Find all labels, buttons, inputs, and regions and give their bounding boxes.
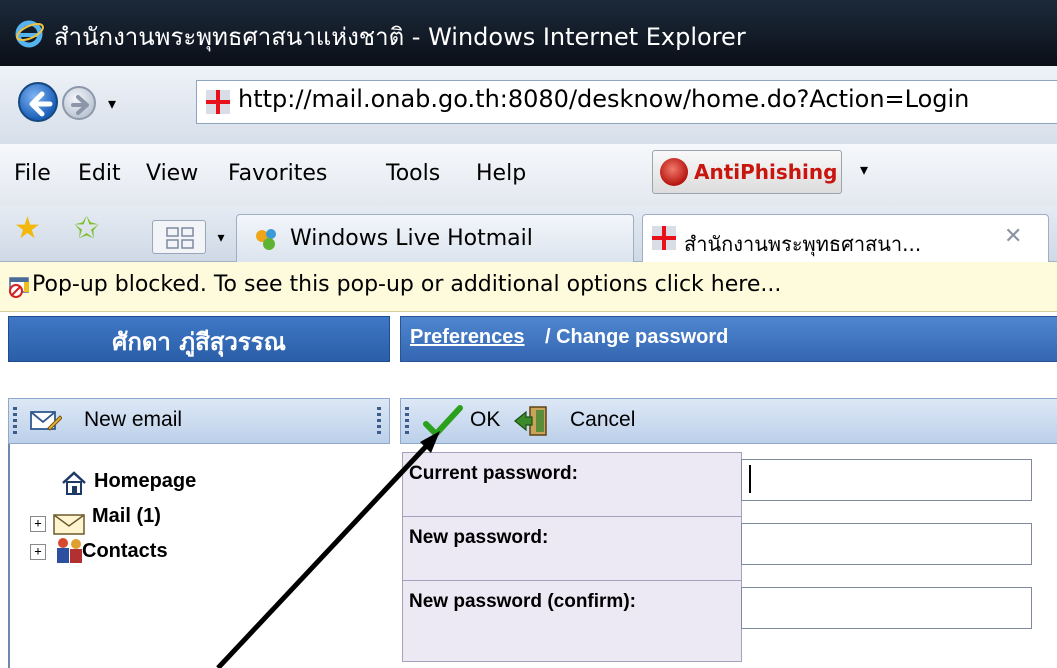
ok-button[interactable]: OK: [470, 408, 500, 432]
new-password-field[interactable]: [741, 523, 1032, 565]
tree-item-homepage[interactable]: Homepage: [94, 470, 196, 493]
toolbar-grip[interactable]: [377, 407, 381, 435]
new-email-icon[interactable]: [30, 408, 62, 434]
toolbar-grip[interactable]: [13, 407, 17, 435]
user-name: ศักดา ภู่สีสุวรรณ: [112, 328, 286, 356]
current-password-field[interactable]: [741, 459, 1032, 501]
menu-tools[interactable]: Tools: [386, 161, 440, 186]
antiphishing-dropdown-icon[interactable]: ▾: [852, 160, 876, 179]
back-button[interactable]: [18, 82, 58, 122]
mail-expand-toggle[interactable]: +: [30, 516, 46, 532]
antiphishing-label[interactable]: AntiPhishing: [694, 160, 837, 184]
tab-favicon-icon: [652, 226, 676, 250]
quick-tabs-icon: [166, 227, 194, 249]
menu-help[interactable]: Help: [476, 161, 526, 186]
internet-explorer-icon: [15, 20, 44, 48]
contacts-expand-toggle[interactable]: +: [30, 544, 46, 560]
home-icon: [62, 471, 86, 495]
menu-view[interactable]: View: [146, 161, 198, 186]
tree-item-mail[interactable]: Mail (1): [92, 505, 161, 528]
tab-label-hotmail[interactable]: Windows Live Hotmail: [290, 226, 533, 251]
window-title: สำนักงานพระพุทธศาสนาแห่งชาติ - Windows I…: [54, 23, 746, 51]
new-email-button[interactable]: New email: [84, 408, 182, 432]
left-toolbar: [8, 398, 390, 444]
forward-arrow-icon: [71, 95, 89, 115]
site-favicon-icon: [206, 90, 230, 114]
cancel-button[interactable]: Cancel: [570, 408, 635, 432]
menu-favorites[interactable]: Favorites: [228, 161, 327, 186]
breadcrumb-preferences-link[interactable]: Preferences: [410, 326, 525, 349]
cancel-exit-door-icon[interactable]: [512, 404, 552, 438]
confirm-password-field[interactable]: [741, 587, 1032, 629]
quick-tabs-button[interactable]: [152, 220, 206, 254]
history-dropdown-icon[interactable]: ▾: [102, 94, 122, 114]
address-url-text[interactable]: http://mail.onab.go.th:8080/desknow/home…: [238, 85, 969, 113]
favorites-center-star-icon[interactable]: ★: [14, 212, 41, 246]
windows-live-icon: [256, 229, 276, 250]
page-title: / Change password: [545, 326, 729, 348]
checkmark-icon[interactable]: [422, 404, 464, 440]
toolbar-grip[interactable]: [405, 407, 409, 435]
back-arrow-icon: [29, 91, 53, 117]
window-title-bar: สำนักงานพระพุทธศาสนาแห่งชาติ - Windows I…: [0, 0, 1057, 66]
menu-file[interactable]: File: [14, 161, 51, 186]
antiphishing-logo-icon: [660, 158, 688, 186]
menu-edit[interactable]: Edit: [78, 161, 121, 186]
tab-list-dropdown-icon[interactable]: ▾: [210, 222, 232, 254]
text-cursor: [749, 465, 751, 493]
mail-icon: [53, 514, 85, 535]
popup-blocked-icon: [9, 277, 29, 298]
tab-close-icon[interactable]: ✕: [1004, 224, 1022, 249]
forward-button[interactable]: [62, 86, 96, 120]
tab-label-onab[interactable]: สำนักงานพระพุทธศาสนา...: [684, 228, 921, 260]
infobar-message[interactable]: Pop-up blocked. To see this pop-up or ad…: [32, 272, 781, 297]
add-favorites-star-icon[interactable]: ✩: [74, 212, 99, 246]
tree-item-contacts[interactable]: Contacts: [82, 540, 168, 563]
confirm-password-label: New password (confirm):: [402, 580, 742, 662]
